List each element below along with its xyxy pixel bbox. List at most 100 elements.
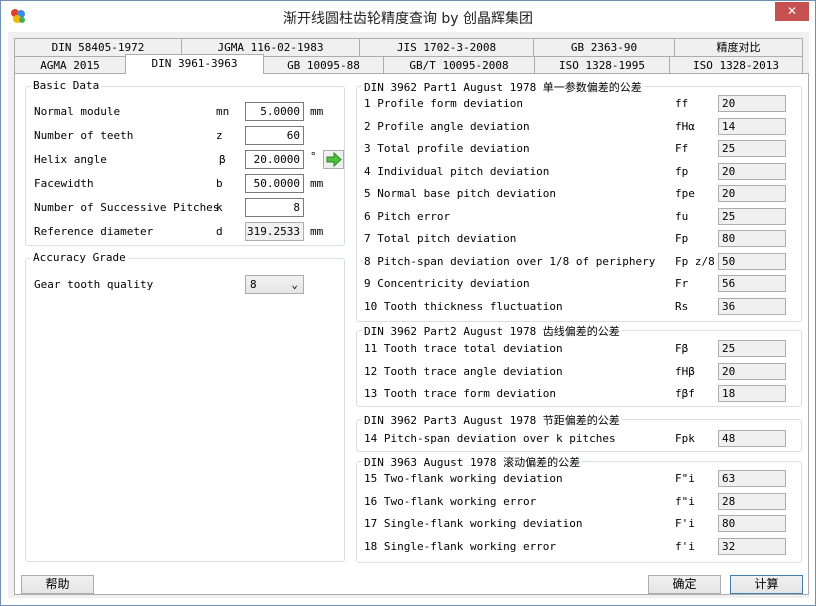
tab-gb-2363[interactable]: GB 2363-90 — [533, 38, 675, 56]
normal-module-unit: mm — [310, 105, 324, 118]
deviation-symbol: fβf — [675, 387, 695, 400]
deviation-value-field: 25 — [718, 340, 786, 357]
tab-iso-1328-1995[interactable]: ISO 1328-1995 — [534, 56, 670, 74]
deviation-symbol: Ff — [675, 142, 689, 155]
number-of-teeth-symbol: z — [216, 129, 223, 142]
tab-gbt-10095-2008[interactable]: GB/T 10095-2008 — [383, 56, 535, 74]
help-button[interactable]: 帮助 — [21, 575, 94, 594]
chevron-down-icon: ⌄ — [291, 278, 298, 291]
deviation-value-field: 14 — [718, 117, 786, 135]
deviation-value-field: 20 — [718, 362, 786, 380]
deviation-label: 18 Single-flank working error — [364, 539, 557, 553]
normal-module-input[interactable]: 5.0000 — [245, 102, 304, 121]
calc-button[interactable]: 计算 — [730, 575, 803, 594]
deviation-value-field: 56 — [718, 275, 786, 292]
window-title: 渐开线圆柱齿轮精度查询 by 创晶辉集团 — [282, 11, 534, 27]
deviation-symbol: ff — [675, 97, 689, 110]
helix-angle-symbol: β — [219, 153, 226, 166]
deviation-symbol: fp — [675, 164, 689, 178]
deviation-label: 7 Total pitch deviation — [364, 232, 517, 245]
reference-diameter-unit: mm — [310, 225, 324, 238]
deviation-symbol: f"i — [675, 494, 695, 508]
facewidth-input[interactable]: 50.0000 — [245, 174, 304, 193]
close-button[interactable]: ✕ — [775, 2, 809, 21]
deviation-label: 10 Tooth thickness fluctuation — [364, 299, 563, 313]
deviation-symbol: F"i — [675, 472, 695, 485]
deviation-symbol: f'i — [675, 539, 695, 553]
facewidth-label: Facewidth — [34, 177, 94, 190]
deviation-label: 9 Concentricity deviation — [364, 277, 530, 290]
close-icon: ✕ — [786, 4, 798, 18]
ok-button[interactable]: 确定 — [648, 575, 721, 594]
deviation-value-field: 25 — [718, 207, 786, 225]
tab-content-din-3961: Basic Data Normal module mn 5.0000 mm Nu… — [14, 73, 809, 595]
deviation-value-field: 20 — [718, 95, 786, 112]
deviation-value-field: 32 — [718, 537, 786, 555]
deviation-symbol: F'i — [675, 517, 695, 530]
deviation-symbol: fHα — [675, 119, 695, 133]
deviation-label: 16 Two-flank working error — [364, 494, 537, 508]
deviation-value-field: 28 — [718, 492, 786, 510]
deviation-label: 12 Tooth trace angle deviation — [364, 364, 563, 378]
accuracy-grade-title: Accuracy Grade — [31, 251, 128, 264]
deviation-symbol: Rs — [675, 299, 689, 313]
deviation-symbol: Fp z/8 — [675, 254, 715, 268]
convert-angle-button[interactable] — [323, 150, 344, 169]
deviation-value-field: 48 — [718, 430, 786, 447]
title-bar: 渐开线圆柱齿轮精度查询 by 创晶辉集团 ✕ — [1, 1, 815, 32]
helix-angle-label: Helix angle — [34, 153, 107, 166]
deviation-value-field: 36 — [718, 297, 786, 315]
successive-pitches-input[interactable]: 8 — [245, 198, 304, 217]
din3962-part1-group: DIN 3962 Part1 August 1978 单一参数偏差的公差 1 P… — [356, 79, 802, 322]
helix-angle-input[interactable]: 20.0000 — [245, 150, 304, 169]
reference-diameter-label: Reference diameter — [34, 225, 154, 238]
deviation-symbol: Fpk — [675, 432, 695, 445]
deviation-label: 11 Tooth trace total deviation — [364, 342, 563, 355]
part4-title: DIN 3963 August 1978 滚动偏差的公差 — [362, 454, 583, 470]
tab-iso-1328-2013[interactable]: ISO 1328-2013 — [669, 56, 803, 74]
deviation-value-field: 20 — [718, 185, 786, 202]
din3963-group: DIN 3963 August 1978 滚动偏差的公差 15 Two-flan… — [356, 454, 802, 563]
basic-data-title: Basic Data — [31, 79, 102, 92]
deviation-symbol: Fβ — [675, 342, 689, 355]
deviation-symbol: fHβ — [675, 364, 695, 378]
deviation-value-field: 50 — [718, 252, 786, 270]
successive-pitches-label: Number of Successive Pitches — [34, 201, 220, 214]
basic-data-group: Basic Data Normal module mn 5.0000 mm Nu… — [25, 79, 345, 246]
part1-title: DIN 3962 Part1 August 1978 单一参数偏差的公差 — [362, 79, 644, 95]
app-window: 渐开线圆柱齿轮精度查询 by 创晶辉集团 ✕ DIN 58405-1972 JG… — [0, 0, 816, 606]
successive-pitches-symbol: k — [216, 201, 223, 214]
deviation-label: 17 Single-flank working deviation — [364, 517, 583, 530]
deviation-symbol: fpe — [675, 187, 695, 200]
tab-agma-2015[interactable]: AGMA 2015 — [14, 56, 126, 74]
tab-jis-1702[interactable]: JIS 1702-3-2008 — [359, 38, 534, 56]
gear-tooth-quality-select[interactable]: 8 ⌄ — [245, 275, 304, 294]
deviation-value-field: 80 — [718, 230, 786, 247]
deviation-symbol: Fr — [675, 277, 689, 290]
tab-din-3961[interactable]: DIN 3961-3963 — [125, 54, 264, 74]
helix-angle-unit: ° — [310, 150, 317, 163]
gear-tooth-quality-value: 8 — [250, 278, 257, 291]
deviation-symbol: Fp — [675, 232, 689, 245]
accuracy-grade-group: Accuracy Grade Gear tooth quality 8 ⌄ — [25, 251, 345, 562]
tab-gb-10095-88[interactable]: GB 10095-88 — [263, 56, 384, 74]
part3-title: DIN 3962 Part3 August 1978 节距偏差的公差 — [362, 412, 622, 428]
part2-title: DIN 3962 Part2 August 1978 齿线偏差的公差 — [362, 323, 622, 339]
normal-module-label: Normal module — [34, 105, 121, 118]
facewidth-unit: mm — [310, 177, 324, 190]
din3962-part2-group: DIN 3962 Part2 August 1978 齿线偏差的公差 11 To… — [356, 323, 802, 407]
deviation-label: 6 Pitch error — [364, 209, 451, 223]
normal-module-symbol: mn — [216, 105, 230, 118]
green-arrow-right-icon — [326, 151, 342, 168]
deviation-label: 14 Pitch-span deviation over k pitches — [364, 432, 616, 445]
client-area: DIN 58405-1972 JGMA 116-02-1983 JIS 1702… — [8, 32, 809, 598]
tab-precision-compare[interactable]: 精度对比 — [674, 38, 803, 56]
deviation-label: 8 Pitch-span deviation over 1/8 of perip… — [364, 254, 656, 268]
number-of-teeth-input[interactable]: 60 — [245, 126, 304, 145]
deviation-label: 1 Profile form deviation — [364, 97, 523, 110]
deviation-label: 4 Individual pitch deviation — [364, 164, 550, 178]
deviation-label: 15 Two-flank working deviation — [364, 472, 563, 485]
number-of-teeth-label: Number of teeth — [34, 129, 134, 142]
deviation-label: 5 Normal base pitch deviation — [364, 187, 557, 200]
deviation-label: 13 Tooth trace form deviation — [364, 387, 557, 400]
